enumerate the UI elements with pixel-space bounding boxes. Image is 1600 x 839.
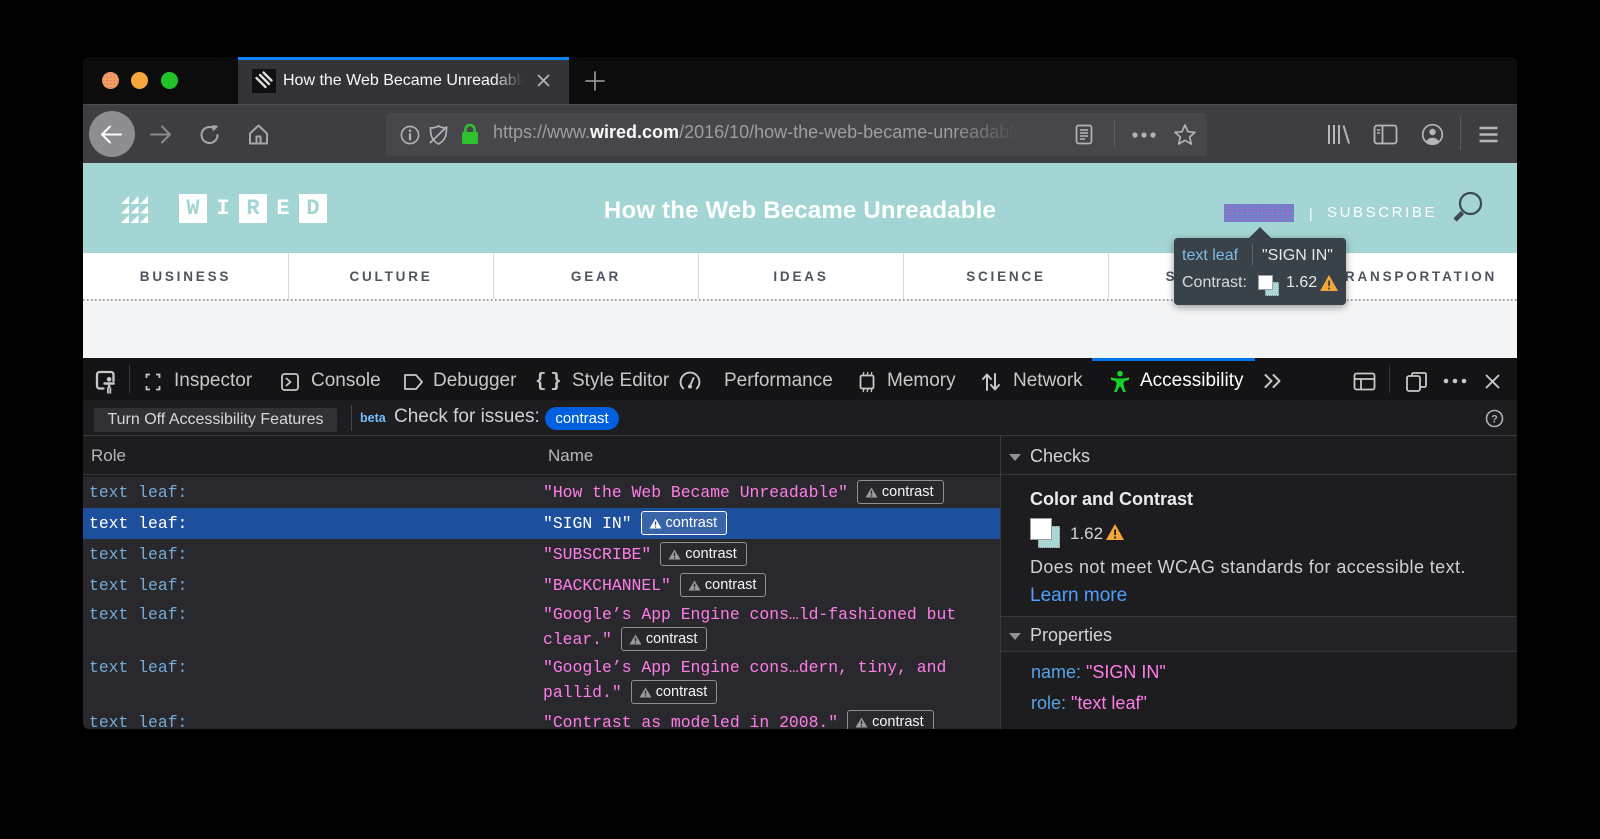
svg-text:?: ? — [1491, 414, 1498, 426]
